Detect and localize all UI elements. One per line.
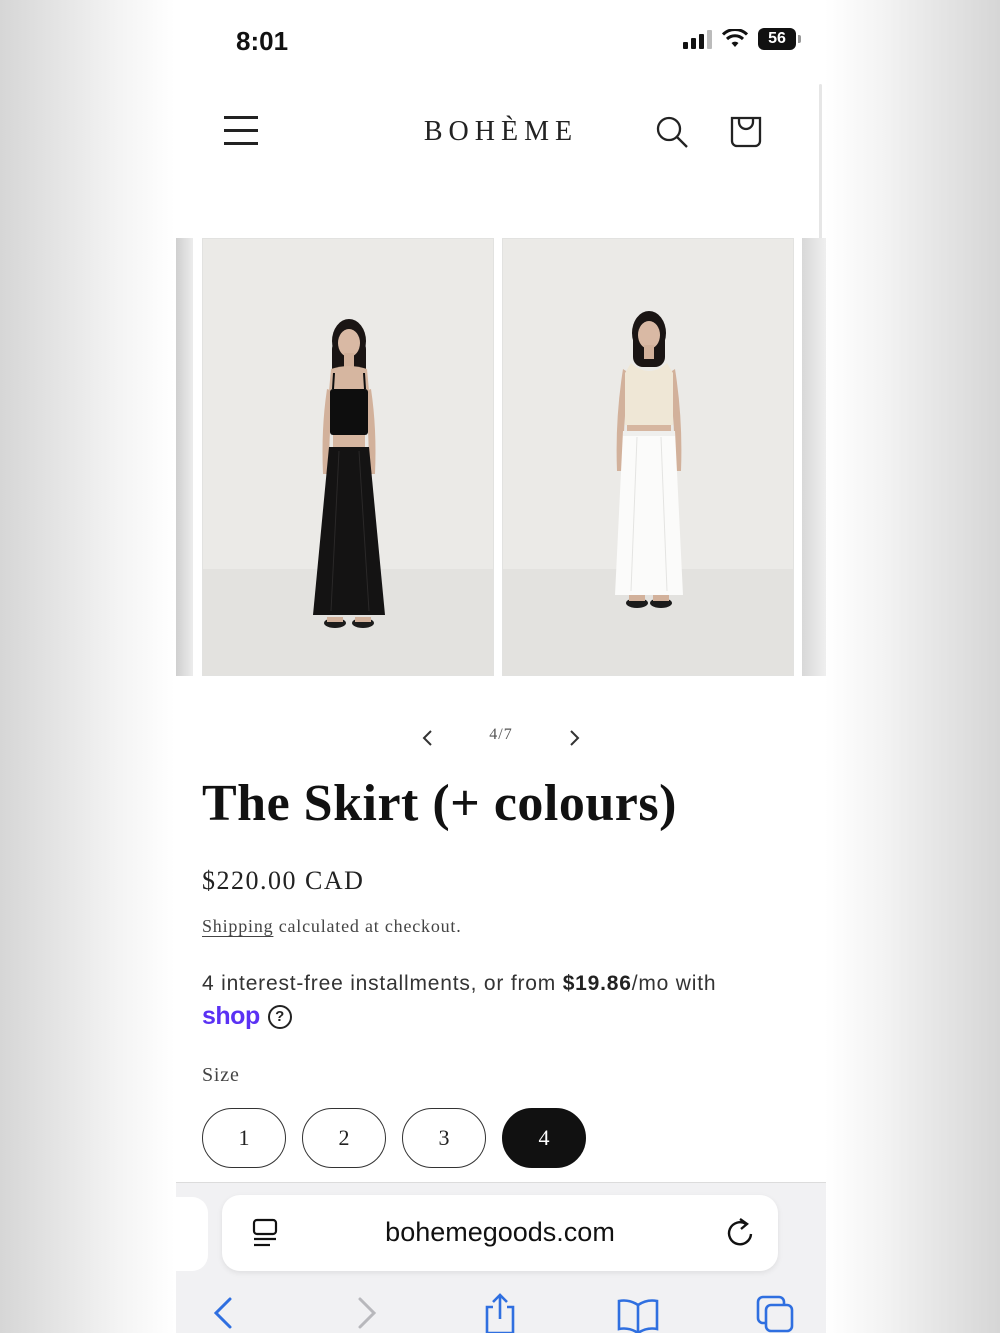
status-time: 8:01	[236, 26, 289, 56]
search-button[interactable]	[654, 114, 690, 150]
tabs-button[interactable]	[754, 1293, 798, 1333]
shipping-note-text: calculated at checkout.	[273, 916, 462, 936]
browser-bottom-bar: bohemegoods.com	[176, 1182, 826, 1333]
slide-counter: 4/7	[489, 726, 513, 743]
search-icon	[656, 116, 688, 148]
size-option-1[interactable]: 1	[202, 1108, 286, 1168]
reload-icon	[727, 1218, 753, 1246]
product-image-black-skirt[interactable]	[202, 238, 494, 676]
share-icon	[485, 1293, 515, 1333]
slider-controls: 4/7	[176, 720, 826, 754]
back-icon	[213, 1297, 232, 1329]
bookmarks-button[interactable]	[616, 1293, 660, 1333]
previous-tab-preview[interactable]	[176, 1197, 208, 1271]
help-icon[interactable]: ?	[267, 1004, 292, 1029]
product-gallery[interactable]	[176, 238, 826, 676]
gallery-next-slide-edge[interactable]	[802, 238, 826, 676]
product-image-white-skirt[interactable]	[502, 238, 794, 676]
slider-next-button[interactable]	[560, 724, 588, 752]
installments-suffix: /mo with	[631, 972, 717, 995]
installments-text: 4 interest-free installments, or from $1…	[202, 970, 716, 998]
installments-prefix: 4 interest-free installments, or from	[202, 972, 563, 995]
size-option-4-selected[interactable]: 4	[502, 1108, 586, 1168]
shopping-bag-icon	[730, 116, 762, 148]
battery-icon: 56	[758, 28, 801, 50]
gallery-prev-slide-edge[interactable]	[176, 238, 193, 676]
shipping-note: Shipping calculated at checkout.	[202, 916, 462, 937]
shipping-link[interactable]: Shipping	[202, 916, 273, 936]
shop-pay-logo: shop	[202, 1002, 260, 1030]
size-option-3[interactable]: 3	[402, 1108, 486, 1168]
size-option-2[interactable]: 2	[302, 1108, 386, 1168]
url-text[interactable]: bohemegoods.com	[222, 1217, 778, 1248]
tabs-icon	[756, 1295, 794, 1333]
share-button[interactable]	[478, 1293, 522, 1333]
shop-pay-row: shop ?	[202, 1002, 292, 1031]
chevron-right-icon	[570, 730, 580, 746]
size-label: Size	[202, 1064, 240, 1086]
back-button[interactable]	[202, 1293, 246, 1333]
cart-button[interactable]	[728, 114, 764, 150]
reload-button[interactable]	[724, 1215, 756, 1249]
forward-icon	[358, 1297, 377, 1329]
address-bar[interactable]: bohemegoods.com	[222, 1195, 778, 1271]
cellular-signal-icon	[683, 29, 712, 49]
wifi-icon	[722, 29, 748, 47]
product-title: The Skirt (+ colours)	[202, 775, 677, 832]
product-price: $220.00 CAD	[202, 866, 365, 895]
status-icons: 56	[683, 28, 801, 50]
bookmarks-icon	[617, 1299, 659, 1333]
phone-screen: 8:01 56 BOHÈME 4/7 The Skirt (+ colours)…	[176, 0, 826, 1333]
installments-amount: $19.86	[562, 972, 632, 995]
forward-button[interactable]	[344, 1293, 388, 1333]
size-options: 1 2 3 4	[202, 1108, 586, 1168]
